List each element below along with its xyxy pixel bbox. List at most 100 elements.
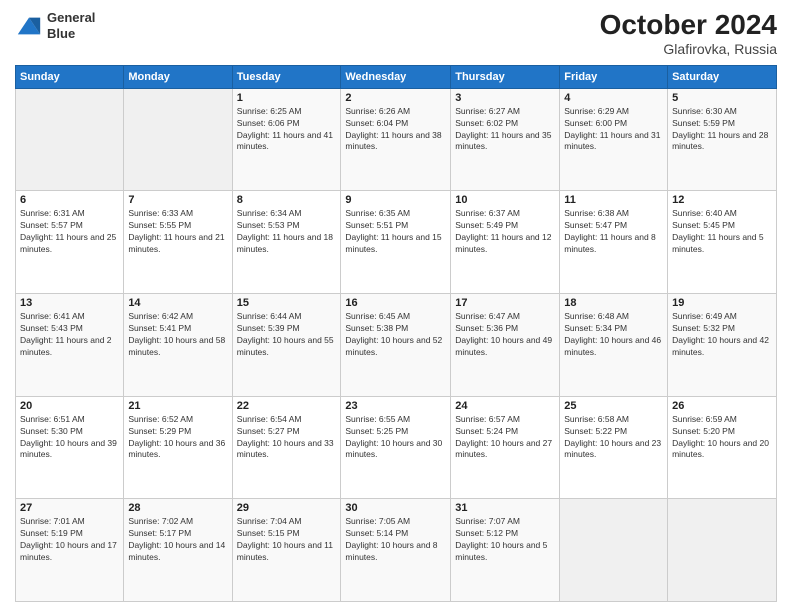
- day-number: 14: [128, 297, 227, 309]
- day-cell: [16, 88, 124, 191]
- day-info: Sunrise: 6:38 AMSunset: 5:47 PMDaylight:…: [564, 208, 663, 256]
- day-info: Sunrise: 7:01 AMSunset: 5:19 PMDaylight:…: [20, 516, 119, 564]
- day-number: 13: [20, 297, 119, 309]
- day-number: 29: [237, 502, 337, 514]
- day-number: 17: [455, 297, 555, 309]
- logo-text: General Blue: [47, 10, 95, 41]
- calendar-table: Sunday Monday Tuesday Wednesday Thursday…: [15, 65, 777, 602]
- title-block: October 2024 Glafirovka, Russia: [600, 10, 777, 57]
- day-info: Sunrise: 6:59 AMSunset: 5:20 PMDaylight:…: [672, 414, 772, 462]
- col-friday: Friday: [560, 65, 668, 88]
- day-cell: 22 Sunrise: 6:54 AMSunset: 5:27 PMDayligh…: [232, 396, 341, 499]
- day-info: Sunrise: 7:04 AMSunset: 5:15 PMDaylight:…: [237, 516, 337, 564]
- day-cell: 19Sunrise: 6:49 AMSunset: 5:32 PMDayligh…: [668, 294, 777, 397]
- day-number: 28: [128, 502, 227, 514]
- day-cell: 3 Sunrise: 6:27 AMSunset: 6:02 PMDaylight…: [451, 88, 560, 191]
- day-cell: 30Sunrise: 7:05 AMSunset: 5:14 PMDayligh…: [341, 499, 451, 602]
- header: General Blue October 2024 Glafirovka, Ru…: [15, 10, 777, 57]
- day-number: 10: [455, 194, 555, 206]
- day-number: 9: [345, 194, 446, 206]
- col-sunday: Sunday: [16, 65, 124, 88]
- header-row: Sunday Monday Tuesday Wednesday Thursday…: [16, 65, 777, 88]
- day-cell: 7 Sunrise: 6:33 AMSunset: 5:55 PMDaylight…: [124, 191, 232, 294]
- day-number: 3: [455, 92, 555, 104]
- day-cell: 1 Sunrise: 6:25 AMSunset: 6:06 PMDaylight…: [232, 88, 341, 191]
- day-info: Sunrise: 6:45 AMSunset: 5:38 PMDaylight:…: [345, 311, 446, 359]
- day-cell: 6Sunrise: 6:31 AMSunset: 5:57 PMDaylight…: [16, 191, 124, 294]
- day-cell: 28 Sunrise: 7:02 AMSunset: 5:17 PMDayligh…: [124, 499, 232, 602]
- day-number: 23: [345, 400, 446, 412]
- day-cell: 8 Sunrise: 6:34 AMSunset: 5:53 PMDaylight…: [232, 191, 341, 294]
- day-number: 16: [345, 297, 446, 309]
- page: General Blue October 2024 Glafirovka, Ru…: [0, 0, 792, 612]
- day-info: Sunrise: 6:34 AMSunset: 5:53 PMDaylight:…: [237, 208, 337, 256]
- day-number: 24: [455, 400, 555, 412]
- day-cell: 27Sunrise: 7:01 AMSunset: 5:19 PMDayligh…: [16, 499, 124, 602]
- day-info: Sunrise: 6:25 AMSunset: 6:06 PMDaylight:…: [237, 106, 337, 154]
- day-number: 15: [237, 297, 337, 309]
- day-info: Sunrise: 6:49 AMSunset: 5:32 PMDaylight:…: [672, 311, 772, 359]
- day-cell: 12 Sunrise: 6:40 AMSunset: 5:45 PMDayligh…: [668, 191, 777, 294]
- day-cell: 13 Sunrise: 6:41 AMSunset: 5:43 PMDayligh…: [16, 294, 124, 397]
- day-info: Sunrise: 6:42 AMSunset: 5:41 PMDaylight:…: [128, 311, 227, 359]
- day-cell: [668, 499, 777, 602]
- day-cell: 11 Sunrise: 6:38 AMSunset: 5:47 PMDayligh…: [560, 191, 668, 294]
- day-cell: 31 Sunrise: 7:07 AMSunset: 5:12 PMDayligh…: [451, 499, 560, 602]
- col-thursday: Thursday: [451, 65, 560, 88]
- month-title: October 2024: [600, 10, 777, 41]
- day-cell: 23Sunrise: 6:55 AMSunset: 5:25 PMDayligh…: [341, 396, 451, 499]
- day-number: 7: [128, 194, 227, 206]
- day-info: Sunrise: 6:33 AMSunset: 5:55 PMDaylight:…: [128, 208, 227, 256]
- col-tuesday: Tuesday: [232, 65, 341, 88]
- day-number: 8: [237, 194, 337, 206]
- day-cell: 25Sunrise: 6:58 AMSunset: 5:22 PMDayligh…: [560, 396, 668, 499]
- day-info: Sunrise: 7:02 AMSunset: 5:17 PMDaylight:…: [128, 516, 227, 564]
- day-cell: 20Sunrise: 6:51 AMSunset: 5:30 PMDayligh…: [16, 396, 124, 499]
- day-cell: 24 Sunrise: 6:57 AMSunset: 5:24 PMDayligh…: [451, 396, 560, 499]
- day-info: Sunrise: 6:26 AMSunset: 6:04 PMDaylight:…: [345, 106, 446, 154]
- day-cell: 10 Sunrise: 6:37 AMSunset: 5:49 PMDayligh…: [451, 191, 560, 294]
- day-number: 18: [564, 297, 663, 309]
- day-info: Sunrise: 6:47 AMSunset: 5:36 PMDaylight:…: [455, 311, 555, 359]
- day-number: 1: [237, 92, 337, 104]
- week-row-4: 20Sunrise: 6:51 AMSunset: 5:30 PMDayligh…: [16, 396, 777, 499]
- day-number: 5: [672, 92, 772, 104]
- day-info: Sunrise: 6:41 AMSunset: 5:43 PMDaylight:…: [20, 311, 119, 359]
- week-row-3: 13 Sunrise: 6:41 AMSunset: 5:43 PMDayligh…: [16, 294, 777, 397]
- day-cell: 9 Sunrise: 6:35 AMSunset: 5:51 PMDaylight…: [341, 191, 451, 294]
- day-cell: 14 Sunrise: 6:42 AMSunset: 5:41 PMDayligh…: [124, 294, 232, 397]
- day-info: Sunrise: 6:51 AMSunset: 5:30 PMDaylight:…: [20, 414, 119, 462]
- day-number: 11: [564, 194, 663, 206]
- day-info: Sunrise: 6:48 AMSunset: 5:34 PMDaylight:…: [564, 311, 663, 359]
- day-cell: [560, 499, 668, 602]
- day-info: Sunrise: 7:05 AMSunset: 5:14 PMDaylight:…: [345, 516, 446, 564]
- day-info: Sunrise: 6:40 AMSunset: 5:45 PMDaylight:…: [672, 208, 772, 256]
- day-number: 26: [672, 400, 772, 412]
- location-title: Glafirovka, Russia: [600, 41, 777, 57]
- col-monday: Monday: [124, 65, 232, 88]
- day-cell: 29 Sunrise: 7:04 AMSunset: 5:15 PMDayligh…: [232, 499, 341, 602]
- day-info: Sunrise: 6:27 AMSunset: 6:02 PMDaylight:…: [455, 106, 555, 154]
- day-cell: 5 Sunrise: 6:30 AMSunset: 5:59 PMDaylight…: [668, 88, 777, 191]
- week-row-2: 6Sunrise: 6:31 AMSunset: 5:57 PMDaylight…: [16, 191, 777, 294]
- day-info: Sunrise: 6:57 AMSunset: 5:24 PMDaylight:…: [455, 414, 555, 462]
- day-cell: 15 Sunrise: 6:44 AMSunset: 5:39 PMDayligh…: [232, 294, 341, 397]
- day-info: Sunrise: 6:37 AMSunset: 5:49 PMDaylight:…: [455, 208, 555, 256]
- day-number: 12: [672, 194, 772, 206]
- day-number: 22: [237, 400, 337, 412]
- day-info: Sunrise: 6:30 AMSunset: 5:59 PMDaylight:…: [672, 106, 772, 154]
- day-info: Sunrise: 7:07 AMSunset: 5:12 PMDaylight:…: [455, 516, 555, 564]
- logo-icon: [15, 12, 43, 40]
- day-cell: 21Sunrise: 6:52 AMSunset: 5:29 PMDayligh…: [124, 396, 232, 499]
- day-number: 31: [455, 502, 555, 514]
- day-number: 4: [564, 92, 663, 104]
- day-cell: 16 Sunrise: 6:45 AMSunset: 5:38 PMDayligh…: [341, 294, 451, 397]
- day-info: Sunrise: 6:58 AMSunset: 5:22 PMDaylight:…: [564, 414, 663, 462]
- day-number: 6: [20, 194, 119, 206]
- day-info: Sunrise: 6:52 AMSunset: 5:29 PMDaylight:…: [128, 414, 227, 462]
- day-info: Sunrise: 6:44 AMSunset: 5:39 PMDaylight:…: [237, 311, 337, 359]
- day-info: Sunrise: 6:54 AMSunset: 5:27 PMDaylight:…: [237, 414, 337, 462]
- day-number: 2: [345, 92, 446, 104]
- col-wednesday: Wednesday: [341, 65, 451, 88]
- day-info: Sunrise: 6:35 AMSunset: 5:51 PMDaylight:…: [345, 208, 446, 256]
